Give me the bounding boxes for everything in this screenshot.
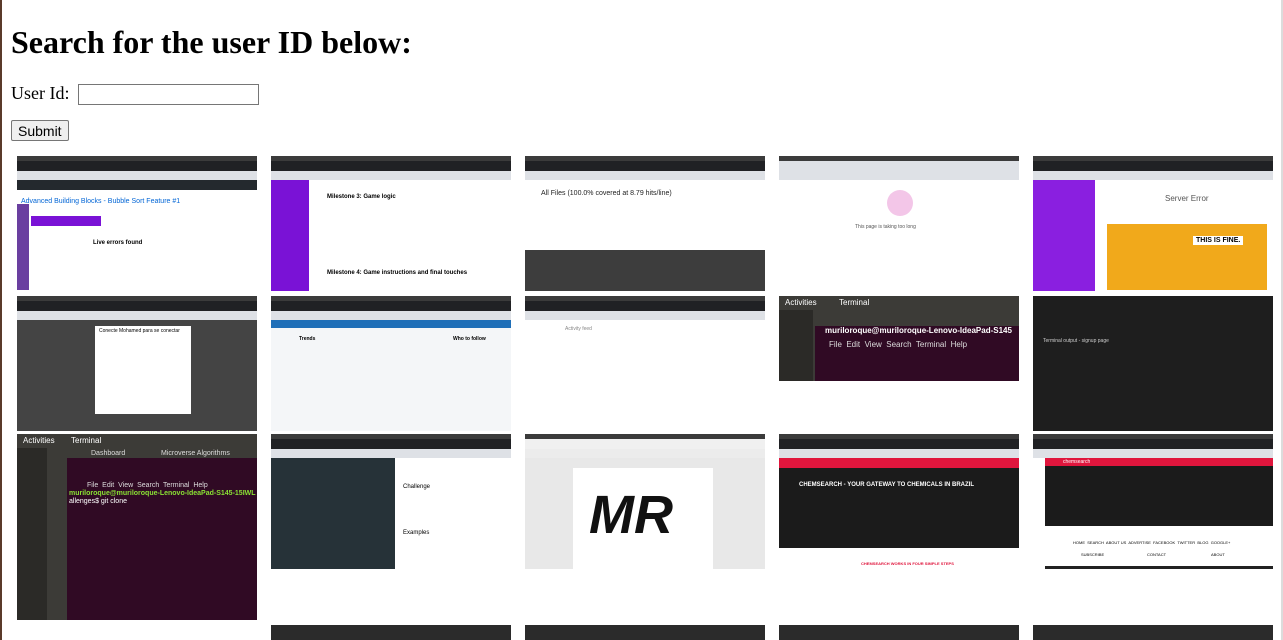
menu-file[interactable]: File (829, 340, 842, 349)
thumb-10-title: Terminal output - signup page (1043, 338, 1109, 344)
menu-terminal-2[interactable]: Terminal (163, 482, 189, 489)
thumb-5-title: Server Error (1165, 194, 1209, 203)
col-subscribe: SUBSCRIBE (1081, 552, 1105, 557)
nav-twitter[interactable]: TWITTER (1177, 540, 1195, 545)
user-id-label: User Id: (11, 83, 70, 103)
left-edge (0, 0, 2, 640)
thumbnail-terminal-1[interactable]: Activities Terminal muriloroque@muriloro… (779, 296, 1019, 381)
thumb-11-app: Terminal (71, 436, 102, 445)
thumb-9-app: Terminal (839, 298, 870, 307)
thumb-1-subtitle: Live errors found (93, 240, 143, 246)
thumbnail-unicorn[interactable]: This page is taking too long (779, 156, 1019, 291)
thumb-15-title: chemsearch (1063, 459, 1091, 465)
thumb-2-subtitle: Milestone 4: Game instructions and final… (327, 270, 468, 276)
user-id-input[interactable] (77, 84, 259, 106)
menu-search[interactable]: Search (886, 340, 911, 349)
col-contact: CONTACT (1147, 552, 1167, 557)
menu-help-2[interactable]: Help (193, 482, 207, 489)
thumbnail-row4-2[interactable] (271, 625, 511, 640)
thumb-7-subtitle: Who to follow (453, 336, 486, 342)
thumbnail-activity[interactable]: Activity feed (525, 296, 765, 431)
thumb-4-title: This page is taking too long (855, 224, 916, 230)
thumb-12-subtitle: Examples (403, 530, 430, 536)
thumb-9-prompt: muriloroque@muriloroque-Lenovo-IdeaPad-S… (825, 326, 1012, 335)
thumb-7-title: Trends (299, 336, 316, 342)
thumb-2-title: Milestone 3: Game logic (327, 194, 396, 200)
nav-facebook[interactable]: FACEBOOK (1153, 540, 1175, 545)
nav-about[interactable]: ABOUT US (1106, 540, 1126, 545)
thumb-12-title: Challenge (403, 484, 431, 490)
thumb-11-tab1: Dashboard (91, 450, 126, 457)
nav-search[interactable]: SEARCH (1087, 540, 1104, 545)
menu-file-2[interactable]: File (87, 482, 98, 489)
menu-view-2[interactable]: View (118, 482, 133, 489)
thumb-14-footer: CHEMSEARCH WORKS IN FOUR SIMPLE STEPS (861, 561, 954, 566)
thumbnail-linkedin[interactable]: Conecte Mohamed para se conectar (17, 296, 257, 431)
menu-edit[interactable]: Edit (846, 340, 860, 349)
thumbnail-chemsearch-1[interactable]: CHEMSEARCH - YOUR GATEWAY TO CHEMICALS I… (779, 434, 1019, 569)
col-about: ABOUT (1211, 552, 1225, 557)
menu-search-2[interactable]: Search (137, 482, 159, 489)
thumbnail-row4-3[interactable] (525, 625, 765, 640)
nav-advertise[interactable]: ADVERTISE (1128, 540, 1151, 545)
nav-home[interactable]: HOME (1073, 540, 1085, 545)
thumbnail-chemsearch-2[interactable]: chemsearch HOME SEARCH ABOUT US ADVERTIS… (1033, 434, 1273, 569)
nav-blog[interactable]: BLOG (1197, 540, 1208, 545)
submit-button[interactable]: Submit (11, 120, 69, 141)
thumb-11-command: allenges$ git clone (69, 498, 127, 505)
menu-terminal[interactable]: Terminal (916, 340, 946, 349)
thumbnail-server-error[interactable]: Server Error THIS IS FINE. (1033, 156, 1273, 291)
thumb-11-tab2: Microverse Algorithms (161, 450, 230, 457)
thumb-14-title: CHEMSEARCH - YOUR GATEWAY TO CHEMICALS I… (799, 482, 975, 488)
thumb-11-prompt: muriloroque@muriloroque-Lenovo-IdeaPad-S… (69, 490, 256, 497)
thumbnail-milestone-doc[interactable]: Milestone 3: Game logic Milestone 4: Gam… (271, 156, 511, 291)
page-title: Search for the user ID below: (11, 24, 412, 60)
thumb-8-title: Activity feed (565, 326, 592, 332)
thumbnail-github-pr[interactable]: Advanced Building Blocks - Bubble Sort F… (17, 156, 257, 291)
thumbnail-row4-5[interactable] (1033, 625, 1273, 640)
thumbnail-terminal-2[interactable]: Activities Terminal Dashboard Microverse… (17, 434, 257, 620)
thumb-13-title: MR (589, 485, 673, 545)
thumbnail-mr-logo[interactable]: MR (525, 434, 765, 569)
thumbnail-row4-4[interactable] (779, 625, 1019, 640)
thumbnail-challenge[interactable]: Challenge Examples (271, 434, 511, 569)
thumb-11-header: Activities (23, 436, 55, 445)
thumb-5-caption: THIS IS FINE. (1193, 236, 1244, 245)
thumbnail-coverage[interactable]: All Files (100.0% covered at 8.79 hits/l… (525, 156, 765, 291)
thumb-6-title: Conecte Mohamed para se conectar (99, 328, 180, 334)
menu-help[interactable]: Help (951, 340, 967, 349)
user-id-row: User Id: (11, 82, 259, 106)
nav-google[interactable]: GOOGLE+ (1211, 540, 1231, 545)
thumb-3-title: All Files (100.0% covered at 8.79 hits/l… (541, 190, 672, 197)
menu-edit-2[interactable]: Edit (102, 482, 114, 489)
thumb-9-header: Activities (785, 298, 817, 307)
thumb-1-title: Advanced Building Blocks - Bubble Sort F… (21, 198, 181, 205)
thumbnail-vscode[interactable]: Terminal output - signup page (1033, 296, 1273, 431)
menu-view[interactable]: View (865, 340, 882, 349)
thumbnail-twitter-clone[interactable]: Trends Who to follow (271, 296, 511, 431)
